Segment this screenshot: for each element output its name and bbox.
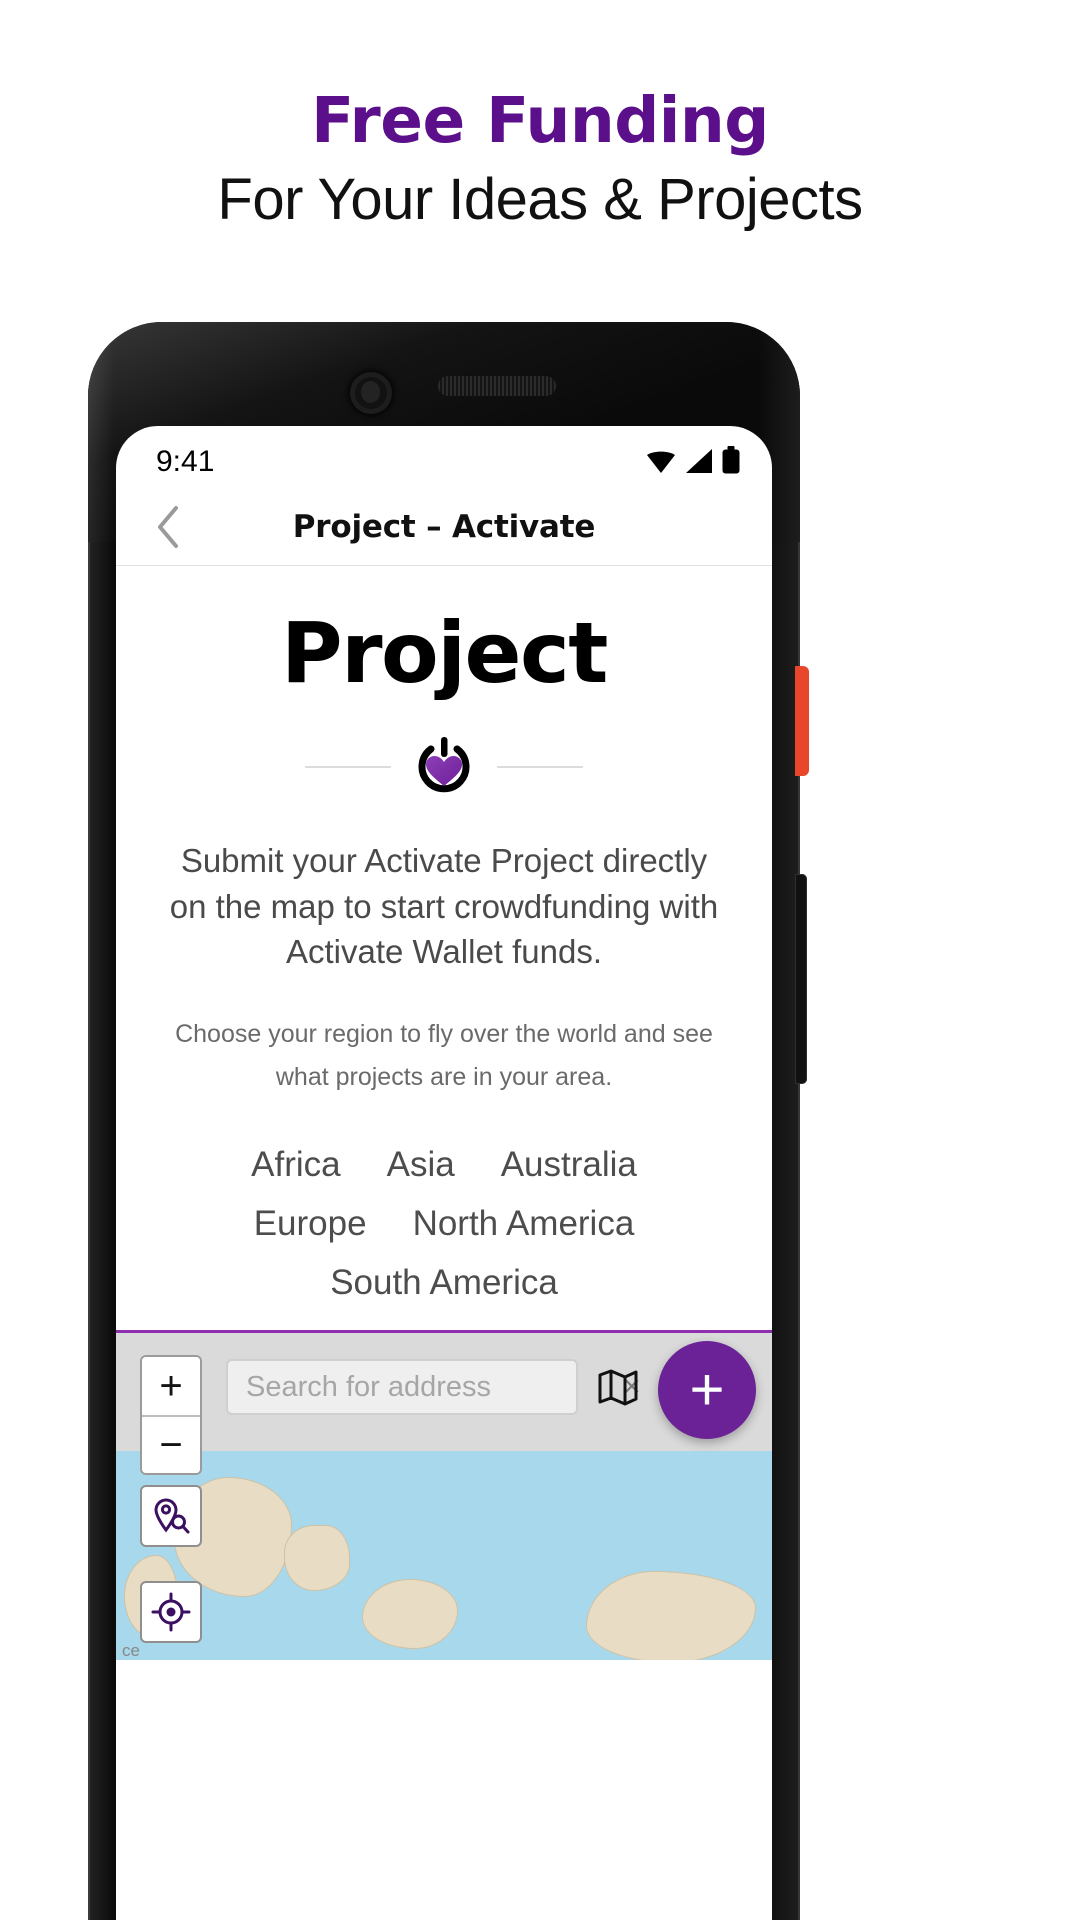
- map-attribution: ce: [122, 1641, 140, 1661]
- region-link-north-america[interactable]: North America: [413, 1199, 635, 1250]
- region-row: Europe North America: [142, 1199, 746, 1250]
- phone-mockup: 9:41 Project – Activate Project Submit y…: [88, 322, 809, 1920]
- front-camera-icon: [350, 372, 392, 414]
- map-canvas[interactable]: ce: [116, 1451, 772, 1661]
- landmass-shape: [586, 1571, 756, 1661]
- address-search-field[interactable]: ×: [226, 1359, 641, 1416]
- logo-divider-row: [116, 736, 772, 798]
- page-title: Project: [281, 604, 608, 702]
- promo-subheadline: For Your Ideas & Projects: [217, 167, 863, 233]
- region-links: Africa Asia Australia Europe North Ameri…: [116, 1140, 772, 1308]
- lead-paragraph: Submit your Activate Project directly on…: [169, 842, 719, 971]
- region-row: South America: [142, 1258, 746, 1309]
- wifi-icon: [646, 448, 676, 479]
- divider-left: [305, 766, 391, 768]
- page-header-title: Project – Activate: [292, 508, 596, 545]
- volume-rocker-button[interactable]: [795, 874, 807, 1084]
- earpiece-speaker-grille: [438, 376, 556, 396]
- map-layers-icon[interactable]: [592, 1361, 644, 1413]
- app-header: Project – Activate: [116, 488, 772, 566]
- search-input[interactable]: [246, 1370, 623, 1404]
- landmass-shape: [362, 1579, 458, 1650]
- promo-banner: Free Funding For Your Ideas & Projects: [0, 84, 1080, 233]
- status-bar: 9:41: [116, 426, 772, 488]
- zoom-out-button[interactable]: −: [142, 1415, 200, 1474]
- region-link-asia[interactable]: Asia: [387, 1140, 455, 1191]
- power-button[interactable]: [795, 666, 809, 776]
- secondary-paragraph: Choose your region to fly over the world…: [175, 1019, 713, 1092]
- region-link-africa[interactable]: Africa: [251, 1140, 340, 1191]
- landmass-shape: [284, 1525, 350, 1592]
- locate-me-icon[interactable]: [140, 1581, 202, 1644]
- divider-right: [497, 766, 583, 768]
- region-link-europe[interactable]: Europe: [254, 1199, 367, 1250]
- power-heart-logo-icon: [413, 736, 475, 798]
- chevron-left-icon[interactable]: [146, 505, 190, 549]
- pin-search-icon[interactable]: [140, 1485, 202, 1548]
- status-time: 9:41: [156, 445, 215, 478]
- region-row: Africa Asia Australia: [142, 1140, 746, 1191]
- status-icons: [646, 445, 740, 479]
- battery-icon: [722, 445, 740, 479]
- region-link-australia[interactable]: Australia: [501, 1140, 637, 1191]
- promo-screenshot: Free Funding For Your Ideas & Projects 9…: [0, 0, 1080, 1920]
- map-panel[interactable]: ce + − ×: [116, 1330, 772, 1661]
- zoom-in-button[interactable]: +: [142, 1357, 200, 1416]
- map-zoom-controls: + −: [140, 1355, 202, 1476]
- region-link-south-america[interactable]: South America: [330, 1258, 558, 1309]
- phone-screen: 9:41 Project – Activate Project Submit y…: [116, 426, 772, 1920]
- cellular-signal-icon: [685, 448, 713, 479]
- add-project-fab-button[interactable]: +: [658, 1341, 756, 1440]
- promo-headline: Free Funding: [311, 84, 769, 157]
